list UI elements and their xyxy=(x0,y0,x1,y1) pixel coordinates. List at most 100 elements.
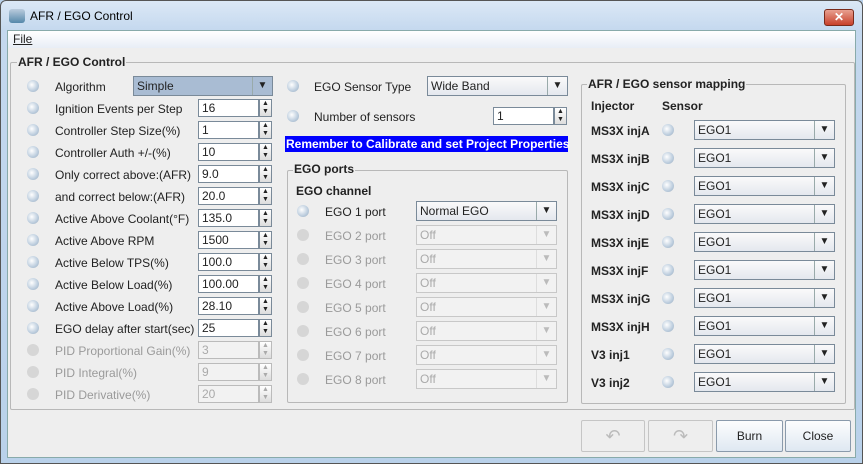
field-label: Controller Auth +/-(%) xyxy=(55,146,171,160)
field-spinner[interactable]: ▲ ▼ xyxy=(259,319,272,337)
help-icon xyxy=(297,325,309,337)
help-icon[interactable] xyxy=(662,348,674,360)
help-icon[interactable] xyxy=(662,124,674,136)
field-spinner[interactable]: ▲ ▼ xyxy=(259,231,272,249)
menu-file[interactable]: File xyxy=(13,32,32,46)
chevron-down-icon: ▼ xyxy=(536,370,556,388)
field-spinner[interactable]: ▲ ▼ xyxy=(259,121,272,139)
field-spinner[interactable]: ▲ ▼ xyxy=(259,99,272,117)
field-input: 9 xyxy=(198,363,259,381)
help-icon[interactable] xyxy=(662,208,674,220)
sensor-combo[interactable]: EGO1 ▼ xyxy=(694,232,835,252)
window-close-button[interactable]: ✕ xyxy=(824,9,854,26)
help-icon[interactable] xyxy=(287,80,299,92)
help-icon[interactable] xyxy=(662,376,674,388)
help-icon xyxy=(297,301,309,313)
sensor-combo[interactable]: EGO1 ▼ xyxy=(694,120,835,140)
sensor-value: EGO1 xyxy=(698,263,732,277)
port-combo: Off ▼ xyxy=(416,249,557,269)
help-icon[interactable] xyxy=(27,80,39,92)
field-spinner[interactable]: ▲ ▼ xyxy=(259,165,272,183)
field-spinner[interactable]: ▲ ▼ xyxy=(259,275,272,293)
field-label: Active Above RPM xyxy=(55,234,155,248)
help-icon[interactable] xyxy=(297,205,309,217)
burn-button[interactable]: Burn xyxy=(716,420,783,452)
help-icon[interactable] xyxy=(27,168,39,180)
field-spinner[interactable]: ▲ ▼ xyxy=(259,253,272,271)
field-spinner[interactable]: ▲ ▼ xyxy=(259,187,272,205)
sensor-combo[interactable]: EGO1 ▼ xyxy=(694,344,835,364)
help-icon[interactable] xyxy=(662,264,674,276)
help-icon[interactable] xyxy=(662,236,674,248)
chevron-down-icon: ▼ xyxy=(536,274,556,292)
port-combo: Off ▼ xyxy=(416,345,557,365)
field-input[interactable]: 135.0 xyxy=(198,209,259,227)
sensor-header: Sensor xyxy=(662,99,703,113)
field-label: PID Derivative(%) xyxy=(55,388,151,402)
sensor-type-combo[interactable]: Wide Band ▼ xyxy=(427,76,568,96)
help-icon[interactable] xyxy=(662,180,674,192)
help-icon[interactable] xyxy=(27,212,39,224)
sensor-combo[interactable]: EGO1 ▼ xyxy=(694,372,835,392)
field-input[interactable]: 100.00 xyxy=(198,275,259,293)
sensor-combo[interactable]: EGO1 ▼ xyxy=(694,204,835,224)
field-input[interactable]: 16 xyxy=(198,99,259,117)
help-icon[interactable] xyxy=(662,152,674,164)
sensor-combo[interactable]: EGO1 ▼ xyxy=(694,316,835,336)
field-label: Active Below Load(%) xyxy=(55,278,173,292)
help-icon[interactable] xyxy=(27,146,39,158)
port-value: Off xyxy=(420,252,436,266)
port-combo: Off ▼ xyxy=(416,369,557,389)
close-button[interactable]: Close xyxy=(785,420,851,452)
redo-button[interactable]: ↷ xyxy=(648,420,713,452)
field-spinner[interactable]: ▲ ▼ xyxy=(259,209,272,227)
field-input[interactable]: 9.0 xyxy=(198,165,259,183)
help-icon[interactable] xyxy=(287,110,299,122)
sensor-combo[interactable]: EGO1 ▼ xyxy=(694,148,835,168)
field-input[interactable]: 10 xyxy=(198,143,259,161)
ego-channel-header: EGO channel xyxy=(296,184,372,198)
chevron-down-icon: ▼ xyxy=(814,121,834,139)
redo-icon: ↷ xyxy=(672,426,689,446)
help-icon[interactable] xyxy=(27,234,39,246)
sensor-combo[interactable]: EGO1 ▼ xyxy=(694,176,835,196)
help-icon[interactable] xyxy=(27,124,39,136)
injector-label: MS3X injB xyxy=(591,152,650,166)
field-spinner[interactable]: ▲ ▼ xyxy=(259,143,272,161)
field-input[interactable]: 20.0 xyxy=(198,187,259,205)
sensor-combo[interactable]: EGO1 ▼ xyxy=(694,260,835,280)
field-input[interactable]: 1500 xyxy=(198,231,259,249)
chevron-down-icon: ▼ xyxy=(536,202,556,220)
num-sensors-spinner[interactable]: ▲ ▼ xyxy=(554,107,567,125)
help-icon[interactable] xyxy=(662,292,674,304)
help-icon[interactable] xyxy=(27,190,39,202)
field-input[interactable]: 1 xyxy=(198,121,259,139)
sensor-combo[interactable]: EGO1 ▼ xyxy=(694,288,835,308)
field-input[interactable]: 25 xyxy=(198,319,259,337)
algorithm-combo[interactable]: Simple ▼ xyxy=(133,76,273,96)
field-spinner: ▲ ▼ xyxy=(259,363,272,381)
help-icon[interactable] xyxy=(27,102,39,114)
sensor-value: EGO1 xyxy=(698,207,732,221)
port-combo[interactable]: Normal EGO ▼ xyxy=(416,201,557,221)
num-sensors-input[interactable]: 1 xyxy=(493,107,554,125)
chevron-down-icon: ▼ xyxy=(814,373,834,391)
help-icon[interactable] xyxy=(27,256,39,268)
field-spinner: ▲ ▼ xyxy=(259,385,272,403)
field-spinner[interactable]: ▲ ▼ xyxy=(259,297,272,315)
injector-label: MS3X injC xyxy=(591,180,650,194)
undo-button[interactable]: ↶ xyxy=(581,420,645,452)
injector-label: MS3X injH xyxy=(591,320,650,334)
help-icon[interactable] xyxy=(27,300,39,312)
injector-label: MS3X injA xyxy=(591,124,650,138)
help-icon[interactable] xyxy=(27,322,39,334)
chevron-down-icon: ▼ xyxy=(814,345,834,363)
field-input[interactable]: 28.10 xyxy=(198,297,259,315)
field-label: Active Below TPS(%) xyxy=(55,256,169,270)
port-label: EGO 1 port xyxy=(325,205,386,219)
help-icon[interactable] xyxy=(662,320,674,332)
port-value: Off xyxy=(420,324,436,338)
chevron-down-icon: ▼ xyxy=(814,317,834,335)
help-icon[interactable] xyxy=(27,278,39,290)
field-input[interactable]: 100.0 xyxy=(198,253,259,271)
